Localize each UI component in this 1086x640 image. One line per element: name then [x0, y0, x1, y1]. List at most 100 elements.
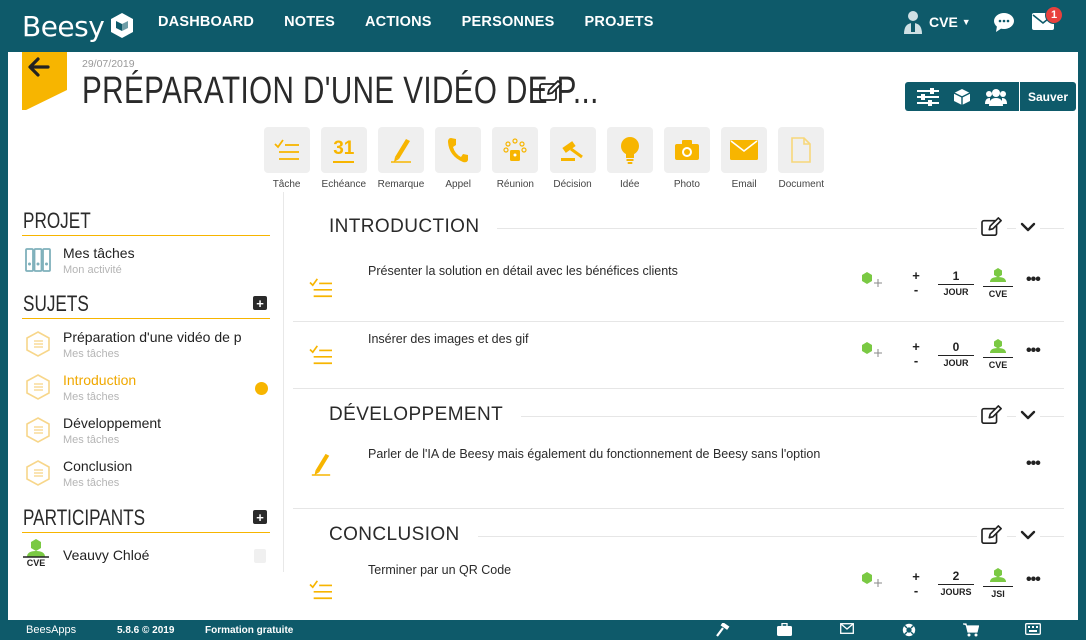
chevron-down-icon[interactable] — [1016, 407, 1040, 425]
nav-actions[interactable]: ACTIONS — [365, 14, 432, 30]
type-label: Echéance — [321, 179, 367, 190]
binders-icon — [25, 248, 51, 272]
envelope-outline-icon[interactable] — [840, 623, 854, 634]
settings-sliders-icon[interactable] — [911, 87, 945, 106]
publish-box-icon[interactable] — [945, 88, 979, 106]
main-panel: 29/07/2019 PRÉPARATION D'UNE VIDÉO DE P.… — [8, 52, 1078, 620]
add-subject-button[interactable]: + — [253, 296, 267, 310]
more-options-icon[interactable]: ••• — [1026, 455, 1041, 473]
due-date[interactable]: 1 JOUR — [938, 269, 974, 297]
cart-icon[interactable] — [963, 623, 979, 637]
keyboard-icon[interactable] — [1025, 623, 1041, 635]
due-unit: JOUR — [943, 358, 969, 368]
sidebar-item-sub: Mes tâches — [63, 434, 120, 446]
task-row[interactable]: Présenter la solution en détail avec les… — [293, 249, 1064, 322]
sidebar-item-label: Préparation d'une vidéo de p — [63, 329, 242, 345]
type-idea[interactable]: Idée — [601, 127, 658, 190]
task-owner[interactable]: CVE — [983, 268, 1013, 299]
type-remark[interactable]: Remarque — [372, 127, 429, 190]
priority-stepper[interactable]: + - — [911, 340, 921, 368]
sidebar-item-subject[interactable]: Développement Mes tâches — [22, 410, 270, 453]
section-header: CONCLUSION — [293, 515, 1064, 557]
section-title: SUJETS — [23, 291, 89, 316]
chevron-down-icon[interactable] — [1016, 219, 1040, 237]
footer-version: 5.8.6 © 2019 — [117, 625, 175, 636]
add-participant-button[interactable]: + — [253, 510, 267, 524]
priority-stepper[interactable]: + - — [911, 570, 921, 598]
calendar-icon: 31 — [333, 138, 355, 163]
owner-avatar-icon — [990, 339, 1006, 353]
sidebar-item-mes-taches[interactable]: Mes tâches Mon activité — [22, 240, 270, 283]
chat-icon[interactable] — [993, 12, 1015, 32]
sidebar-item-sub: Mes tâches — [63, 348, 120, 360]
footer-brand[interactable]: BeesApps — [26, 624, 76, 636]
participants-group-icon[interactable] — [979, 88, 1013, 106]
beesy-logo[interactable]: Beesy — [22, 8, 137, 44]
document-icon — [791, 137, 812, 163]
lifebuoy-icon[interactable] — [902, 623, 916, 637]
add-subtask-icon[interactable] — [861, 271, 883, 289]
edit-section-icon[interactable] — [977, 525, 1007, 550]
type-call[interactable]: Appel — [430, 127, 487, 190]
section-projet: PROJET — [22, 202, 270, 236]
participant-checkbox[interactable] — [254, 549, 266, 563]
sidebar-item-subject[interactable]: Conclusion Mes tâches — [22, 453, 270, 496]
meeting-icon — [503, 138, 527, 161]
note-toolbar: Sauver — [905, 82, 1076, 111]
nav-dashboard[interactable]: DASHBOARD — [158, 14, 254, 30]
due-date[interactable]: 0 JOUR — [938, 340, 974, 368]
type-email[interactable]: Email — [716, 127, 773, 190]
type-task[interactable]: Tâche — [258, 127, 315, 190]
due-number: 1 — [938, 269, 974, 285]
type-label: Photo — [673, 179, 700, 190]
user-menu[interactable]: CVE ▼ — [903, 10, 971, 34]
task-owner[interactable]: JSI — [983, 568, 1013, 599]
nav-projets[interactable]: PROJETS — [585, 14, 654, 30]
due-number: 0 — [938, 340, 974, 356]
add-subtask-icon[interactable] — [861, 341, 883, 359]
task-icon — [309, 345, 332, 365]
arrow-left-icon — [28, 57, 50, 77]
type-label: Remarque — [377, 179, 425, 190]
type-document[interactable]: Document — [773, 127, 830, 190]
type-deadline[interactable]: 31 Echéance — [315, 127, 372, 190]
task-text: Insérer des images et des gif — [368, 332, 529, 346]
nav-personnes[interactable]: PERSONNES — [462, 14, 555, 30]
more-options-icon[interactable]: ••• — [1026, 342, 1041, 360]
user-avatar-icon — [904, 11, 922, 34]
edit-section-icon[interactable] — [977, 217, 1007, 242]
more-options-icon[interactable]: ••• — [1026, 271, 1041, 289]
type-meeting[interactable]: Réunion — [487, 127, 544, 190]
footer-plan[interactable]: Formation gratuite — [205, 625, 293, 636]
type-decision[interactable]: Décision — [544, 127, 601, 190]
briefcase-icon[interactable] — [777, 623, 792, 636]
remark-text: Parler de l'IA de Beesy mais également d… — [368, 447, 821, 461]
task-row[interactable]: Terminer par un QR Code + - 2 JOURS JSI ••… — [293, 557, 1064, 617]
edit-title-icon[interactable] — [539, 80, 563, 102]
sidebar-item-subject[interactable]: Introduction Mes tâches — [22, 367, 270, 410]
active-indicator-dot — [255, 382, 268, 395]
priority-stepper[interactable]: + - — [911, 269, 921, 297]
sidebar-item-subject[interactable]: Préparation d'une vidéo de p Mes tâches — [22, 324, 270, 367]
remark-row[interactable]: Parler de l'IA de Beesy mais également d… — [293, 437, 1064, 509]
divider — [283, 192, 284, 572]
sidebar-item-sub: Mes tâches — [63, 391, 120, 403]
type-label: Décision — [553, 179, 592, 190]
edit-section-icon[interactable] — [977, 405, 1007, 430]
nav-notes[interactable]: NOTES — [284, 14, 335, 30]
chevron-down-icon[interactable] — [1016, 527, 1040, 545]
due-date[interactable]: 2 JOURS — [938, 569, 974, 597]
participant-item[interactable]: CVE Veauvy Chloé — [22, 533, 270, 573]
sidebar-item-label: Conclusion — [63, 458, 133, 474]
logo-text: Beesy — [22, 9, 105, 43]
add-subtask-icon[interactable] — [861, 571, 883, 589]
pencil-icon — [311, 453, 331, 476]
type-photo[interactable]: Photo — [658, 127, 715, 190]
more-options-icon[interactable]: ••• — [1026, 571, 1041, 589]
hammer-icon[interactable] — [716, 623, 730, 637]
task-owner[interactable]: CVE — [983, 339, 1013, 370]
section-title: PROJET — [23, 208, 91, 233]
save-button[interactable]: Sauver — [1020, 82, 1076, 111]
task-row[interactable]: Insérer des images et des gif + - 0 JOUR C… — [293, 322, 1064, 389]
note-date: 29/07/2019 — [82, 58, 135, 70]
